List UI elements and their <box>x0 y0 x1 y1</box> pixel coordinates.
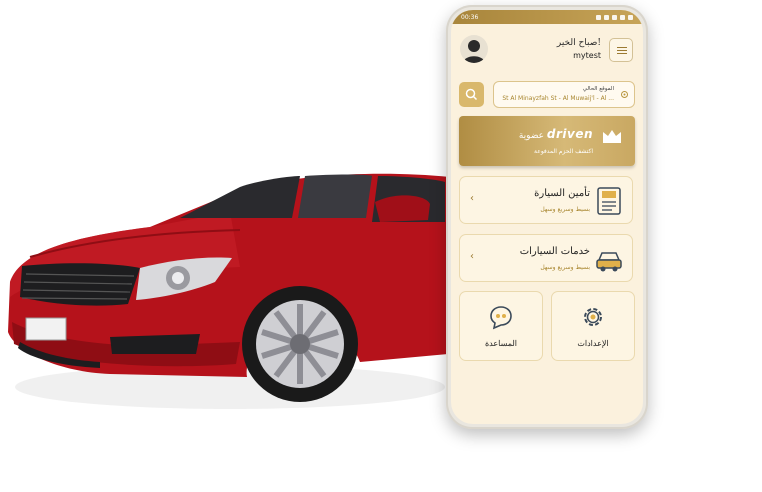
driven-logo: driven <box>546 127 593 141</box>
car-services-card[interactable]: خدمات السيارات بسيط وسريع وسهل ‹ <box>459 234 633 282</box>
current-location-field[interactable]: الموقع الحالي St Al Minayzfah St - Al Mu… <box>493 81 635 108</box>
search-icon <box>465 88 478 101</box>
membership-title: عضوية driven <box>519 127 593 141</box>
help-label: المساعدة <box>484 339 518 348</box>
settings-label: الإعدادات <box>577 339 609 348</box>
status-bar: 00:36 <box>451 10 643 24</box>
location-address: St Al Minayzfah St - Al Muwaij'l - Al ..… <box>502 95 614 102</box>
greeting-text: صباح الخير! <box>556 38 601 48</box>
service-title: تأمين السيارة <box>534 188 590 199</box>
username: mytest <box>573 51 601 60</box>
chevron-left-icon: ‹ <box>470 193 474 204</box>
greeting-block: صباح الخير! mytest <box>557 38 601 60</box>
car-illustration <box>8 173 470 409</box>
service-subtitle: بسيط وسريع وسهل <box>540 206 590 213</box>
membership-banner[interactable]: عضوية driven اكتشف الحزم المدفوعة <box>459 116 635 166</box>
search-button[interactable] <box>459 82 484 107</box>
insurance-document-icon <box>597 187 621 215</box>
status-icons <box>596 14 633 20</box>
phone-screen: 00:36 صباح الخير! mytest الموقع الحالي S… <box>451 10 643 424</box>
crown-icon <box>603 130 621 143</box>
service-subtitle: بسيط وسريع وسهل <box>540 264 590 271</box>
location-label: الموقع الحالي <box>582 86 614 92</box>
gear-icon <box>584 308 602 326</box>
car-icon <box>596 252 622 272</box>
status-time: 00:36 <box>461 13 479 21</box>
membership-subtitle: اكتشف الحزم المدفوعة <box>534 148 593 155</box>
menu-button[interactable] <box>609 38 633 62</box>
avatar[interactable] <box>460 35 488 63</box>
chevron-left-icon: ‹ <box>470 251 474 262</box>
app-header: صباح الخير! mytest <box>451 32 643 68</box>
promo-scene: 00:36 صباح الخير! mytest الموقع الحالي S… <box>0 0 762 492</box>
membership-label: عضوية <box>518 131 544 141</box>
location-target-icon <box>621 91 628 98</box>
service-title: خدمات السيارات <box>519 246 590 257</box>
user-icon <box>463 40 485 63</box>
chat-icon <box>490 306 512 330</box>
help-tile[interactable]: المساعدة <box>459 291 543 361</box>
settings-tile[interactable]: الإعدادات <box>551 291 635 361</box>
car-insurance-card[interactable]: تأمين السيارة بسيط وسريع وسهل ‹ <box>459 176 633 224</box>
